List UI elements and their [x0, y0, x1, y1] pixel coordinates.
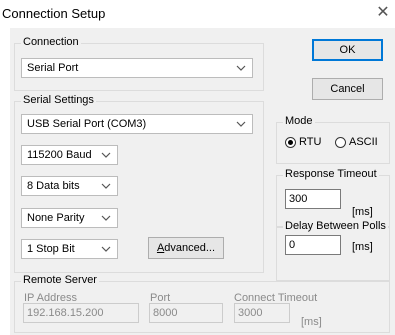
response-timeout-group-label: Response Timeout [283, 168, 379, 180]
mode-rtu-radio[interactable]: RTU [285, 136, 321, 148]
mode-group-label: Mode [283, 115, 315, 127]
radio-selected-icon [285, 136, 296, 148]
close-icon[interactable]: ✕ [375, 3, 391, 23]
chevron-down-icon [101, 152, 111, 158]
serial-port-select[interactable]: USB Serial Port (COM3) [21, 114, 253, 134]
chevron-down-icon [101, 246, 111, 252]
window-title: Connection Setup [2, 6, 106, 21]
connect-timeout-input[interactable]: 3000 [234, 303, 290, 323]
baud-rate-select[interactable]: 115200 Baud [21, 145, 118, 165]
chevron-down-icon [101, 183, 111, 189]
mode-ascii-radio[interactable]: ASCII [335, 136, 378, 148]
cancel-button[interactable]: Cancel [312, 78, 383, 100]
response-timeout-unit: [ms] [352, 206, 373, 218]
stop-bits-select[interactable]: 1 Stop Bit [21, 239, 118, 259]
delay-between-polls-group-label: Delay Between Polls [283, 220, 388, 232]
connection-type-select[interactable]: Serial Port [21, 58, 253, 78]
radio-unselected-icon [335, 136, 346, 148]
baud-rate-value: 115200 Baud [27, 149, 92, 161]
ip-address-input[interactable]: 192.168.15.200 [23, 303, 139, 323]
data-bits-select[interactable]: 8 Data bits [21, 176, 118, 196]
delay-between-polls-input[interactable]: 0 [285, 235, 341, 255]
connection-type-value: Serial Port [27, 62, 79, 74]
connect-timeout-unit: [ms] [301, 316, 322, 328]
chevron-down-icon [236, 121, 246, 127]
chevron-down-icon [101, 215, 111, 221]
remote-server-group-label: Remote Server [21, 274, 99, 286]
ok-button[interactable]: OK [312, 39, 383, 61]
mode-rtu-label: RTU [299, 136, 322, 148]
stop-bits-value: 1 Stop Bit [27, 243, 75, 255]
chevron-down-icon [236, 65, 246, 71]
data-bits-value: 8 Data bits [27, 180, 80, 192]
port-input[interactable]: 8000 [149, 303, 223, 323]
parity-select[interactable]: None Parity [21, 208, 118, 228]
title-bar: Connection Setup ✕ [0, 0, 395, 28]
advanced-button[interactable]: Advanced... [148, 237, 224, 259]
dialog-body: Connection Serial Port OK Cancel Serial … [10, 28, 395, 335]
response-timeout-input[interactable]: 300 [285, 189, 341, 209]
advanced-label: dvanced... [164, 242, 216, 254]
serial-settings-group-label: Serial Settings [21, 94, 96, 106]
serial-port-value: USB Serial Port (COM3) [27, 118, 147, 130]
parity-value: None Parity [27, 212, 85, 224]
delay-between-polls-unit: [ms] [352, 241, 373, 253]
mode-ascii-label: ASCII [349, 136, 378, 148]
connection-group-label: Connection [21, 36, 81, 48]
